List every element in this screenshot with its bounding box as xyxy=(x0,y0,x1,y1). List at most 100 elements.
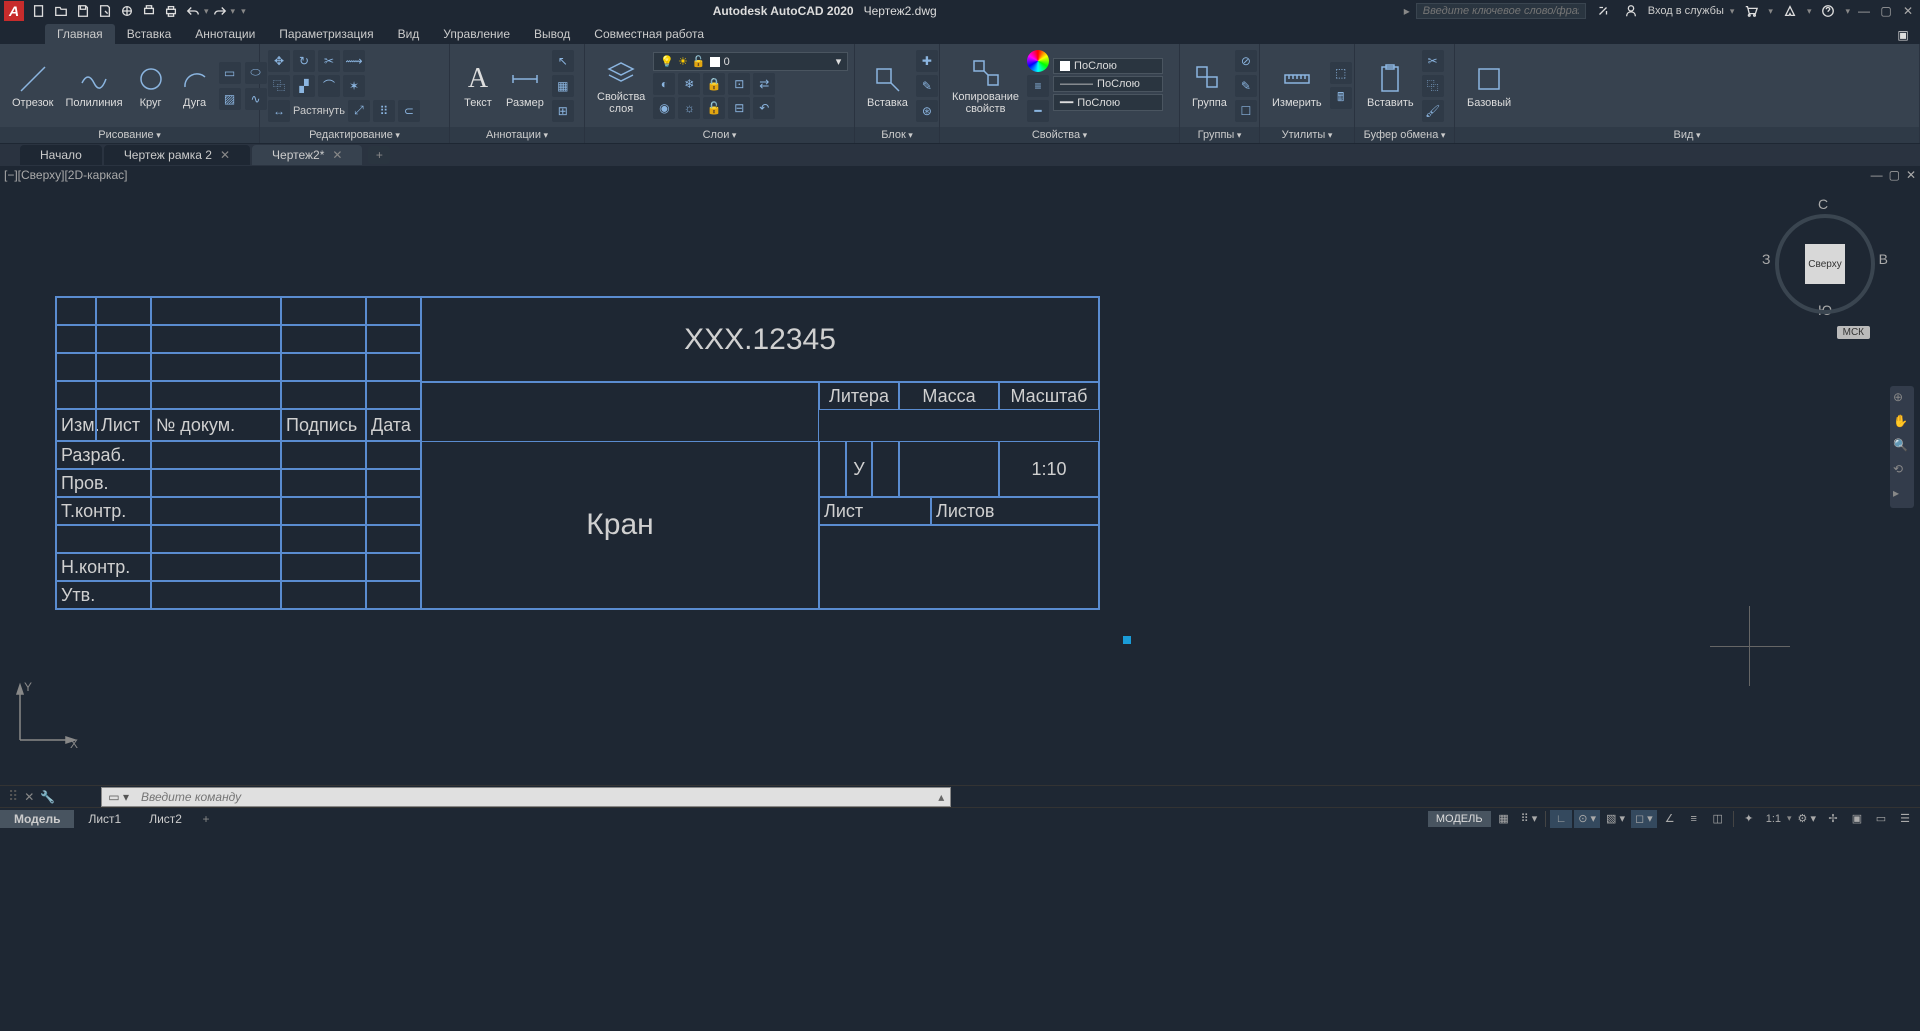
scale-icon[interactable]: ⤢ xyxy=(348,100,370,122)
drawing-canvas[interactable]: [−][Сверху][2D-каркас] — ▢ ✕ xyxy=(0,166,1920,785)
undo-icon[interactable] xyxy=(184,2,202,20)
web-icon[interactable] xyxy=(118,2,136,20)
vp-max-icon[interactable]: ▢ xyxy=(1889,168,1900,182)
vp-min-icon[interactable]: — xyxy=(1871,168,1883,182)
user-icon[interactable] xyxy=(1622,2,1640,20)
command-input[interactable] xyxy=(135,788,932,806)
zoom-icon[interactable]: 🔍 xyxy=(1893,438,1911,456)
create-block-icon[interactable]: ✚ xyxy=(916,50,938,72)
layer-iso-icon[interactable]: ⊡ xyxy=(728,73,750,95)
color-dropdown[interactable]: ПоСлою xyxy=(1053,58,1163,74)
showmotion-icon[interactable]: ▸ xyxy=(1893,486,1911,504)
tab-manage[interactable]: Управление xyxy=(431,24,522,44)
ungroup-icon[interactable]: ⊘ xyxy=(1235,50,1257,72)
minimize-icon[interactable]: — xyxy=(1856,3,1872,19)
offset-icon[interactable]: ⊂ xyxy=(398,100,420,122)
status-model[interactable]: МОДЕЛЬ xyxy=(1428,811,1491,827)
otrack-icon[interactable]: ∠ xyxy=(1659,810,1681,828)
panel-groups[interactable]: Группы xyxy=(1180,127,1259,143)
tab-doc1[interactable]: Чертеж рамка 2✕ xyxy=(104,145,250,165)
leader-icon[interactable]: ↖ xyxy=(552,50,574,72)
connect-icon[interactable] xyxy=(1594,2,1612,20)
add-tab-button[interactable]: + xyxy=(368,146,390,164)
plot-icon[interactable] xyxy=(140,2,158,20)
panel-block[interactable]: Блок xyxy=(855,127,939,143)
layer-uniso-icon[interactable]: ⊟ xyxy=(728,97,750,119)
gear-icon[interactable]: ⚙ ▾ xyxy=(1794,810,1820,828)
ribbon-expand-icon[interactable]: ▣ xyxy=(1894,26,1912,44)
select-icon[interactable]: ⬚ xyxy=(1330,62,1352,84)
layer-dropdown[interactable]: 💡☀🔓 0▾ xyxy=(653,52,848,71)
add-layout-button[interactable]: + xyxy=(196,812,216,826)
layer-lock-icon[interactable]: 🔒 xyxy=(703,73,725,95)
panel-layers[interactable]: Слои xyxy=(585,127,854,143)
maximize-icon[interactable]: ▢ xyxy=(1878,3,1894,19)
cmd-history-icon[interactable]: ▴ xyxy=(932,790,950,804)
monitor-icon[interactable]: ▣ xyxy=(1846,810,1868,828)
brush-icon[interactable]: 🖌 xyxy=(1422,100,1444,122)
layer-freeze-icon[interactable]: ❄ xyxy=(678,73,700,95)
tab-parametric[interactable]: Параметризация xyxy=(267,24,385,44)
new-icon[interactable] xyxy=(30,2,48,20)
vp-close-icon[interactable]: ✕ xyxy=(1906,168,1916,182)
snap-icon[interactable]: ⠿ ▾ xyxy=(1517,810,1542,828)
tab-annotate[interactable]: Аннотации xyxy=(183,24,267,44)
table-icon[interactable]: ▦ xyxy=(552,75,574,97)
cmd-config-icon[interactable]: 🔧 xyxy=(40,790,55,804)
app-logo[interactable]: A xyxy=(4,1,24,21)
tab-insert[interactable]: Вставка xyxy=(115,24,184,44)
annoscale-icon[interactable]: ✦ xyxy=(1738,810,1760,828)
viewcube[interactable]: С Ю В З Сверху xyxy=(1770,196,1880,306)
field-icon[interactable]: ⊞ xyxy=(552,100,574,122)
panel-view[interactable]: Вид xyxy=(1455,127,1919,143)
search-input[interactable] xyxy=(1416,3,1586,19)
scale-label[interactable]: 1:1 xyxy=(1762,810,1785,828)
layer-on-icon[interactable]: ◉ xyxy=(653,97,675,119)
print-icon[interactable] xyxy=(162,2,180,20)
cmd-prompt-icon[interactable]: ▭ ▾ xyxy=(102,790,135,804)
linetype-icon[interactable]: ≡ xyxy=(1027,75,1049,97)
layer-thaw-icon[interactable]: ☼ xyxy=(678,97,700,119)
osnap-icon[interactable]: ◻ ▾ xyxy=(1631,810,1657,828)
orbit-icon[interactable]: ⟲ xyxy=(1893,462,1911,480)
transparency-icon[interactable]: ◫ xyxy=(1707,810,1729,828)
redo-icon[interactable] xyxy=(211,2,229,20)
close-icon[interactable]: ✕ xyxy=(1900,3,1916,19)
cut-icon[interactable]: ✂ xyxy=(1422,50,1444,72)
explode-icon[interactable]: ✶ xyxy=(343,75,365,97)
close-icon[interactable]: ✕ xyxy=(332,148,342,162)
selection-grip[interactable] xyxy=(1123,636,1131,644)
title-block-stamp[interactable]: Изм. Лист № докум. Подпись Дата XXX.1234… xyxy=(55,296,1100,610)
layer-props-button[interactable]: Свойства слоя xyxy=(593,57,649,115)
fillet-icon[interactable]: ⌒ xyxy=(318,75,340,97)
line-button[interactable]: Отрезок xyxy=(8,63,57,109)
panel-utils[interactable]: Утилиты xyxy=(1260,127,1354,143)
rotate-icon[interactable]: ↻ xyxy=(293,50,315,72)
panel-clipboard[interactable]: Буфер обмена xyxy=(1355,127,1454,143)
layout-sheet2[interactable]: Лист2 xyxy=(135,810,196,828)
tab-doc2[interactable]: Чертеж2*✕ xyxy=(252,145,362,165)
autodesk-icon[interactable] xyxy=(1781,2,1799,20)
group-button[interactable]: Группа xyxy=(1188,63,1231,109)
iso-icon[interactable]: ▧ ▾ xyxy=(1602,810,1629,828)
help-icon[interactable] xyxy=(1819,2,1837,20)
layer-unlock-icon[interactable]: 🔓 xyxy=(703,97,725,119)
panel-props[interactable]: Свойства xyxy=(940,127,1179,143)
clean-icon[interactable]: ▭ xyxy=(1870,810,1892,828)
ucs-icon[interactable]: Y X xyxy=(10,682,80,755)
calc-icon[interactable]: 🖩 xyxy=(1330,87,1352,109)
hatch-icon[interactable]: ▨ xyxy=(219,88,241,110)
layout-sheet1[interactable]: Лист1 xyxy=(74,810,135,828)
group-edit-icon[interactable]: ✎ xyxy=(1235,75,1257,97)
polar-icon[interactable]: ⊙ ▾ xyxy=(1574,810,1600,828)
pan-icon[interactable]: ✋ xyxy=(1893,414,1911,432)
trim-icon[interactable]: ✂ xyxy=(318,50,340,72)
cmdline-handle[interactable]: ⠿ xyxy=(8,788,18,805)
ortho-icon[interactable]: ∟ xyxy=(1550,810,1572,828)
open-icon[interactable] xyxy=(52,2,70,20)
measure-button[interactable]: Измерить xyxy=(1268,63,1326,109)
extend-icon[interactable]: ⟿ xyxy=(343,50,365,72)
edit-block-icon[interactable]: ✎ xyxy=(916,75,938,97)
copy-clip-icon[interactable]: ⿻ xyxy=(1422,75,1444,97)
copy-icon[interactable]: ⿻ xyxy=(268,75,290,97)
